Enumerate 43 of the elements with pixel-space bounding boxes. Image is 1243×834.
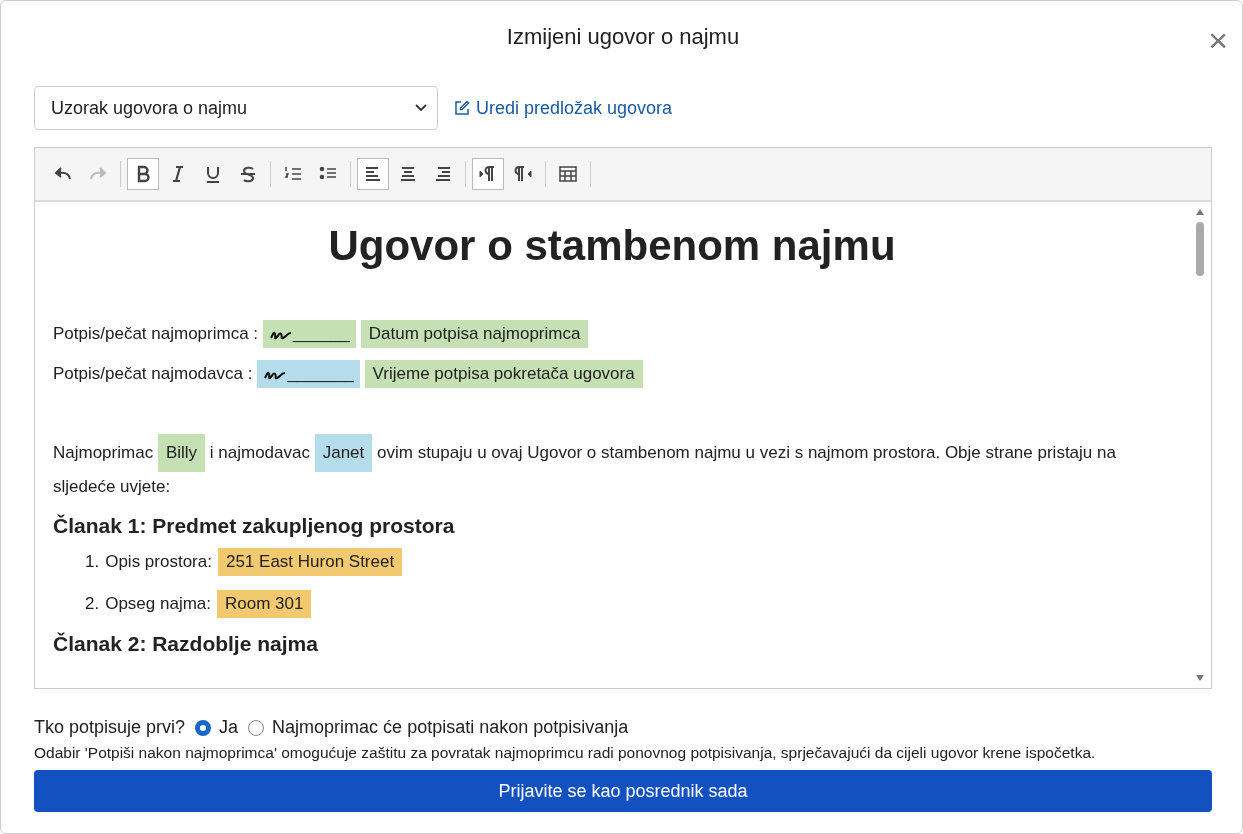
scroll-down-icon[interactable] [1195, 674, 1205, 682]
radio-button[interactable] [195, 719, 212, 736]
ol-icon [283, 165, 303, 183]
intro-paragraph: Najmoprimac Billy i najmodavac Janet ovim stupaju u ovaj Ugovor o stambenom najmu u vezi s najmom prostora. Obje strane pristaju na sljedeće uvjete: [53, 434, 1171, 502]
item-number: 2. [85, 594, 100, 614]
right-icon [433, 165, 453, 183]
signature-field[interactable]: ______ [263, 320, 356, 348]
strike-icon [238, 165, 258, 183]
radio-label: Najmoprimac će potpisati nakon potpisivanja [272, 717, 629, 738]
document-title: Ugovor o stambenom najmu [327, 222, 897, 270]
close-button[interactable]: × [1204, 23, 1232, 57]
scroll-thumb[interactable] [1196, 222, 1204, 276]
item-number: 1. [85, 552, 100, 572]
center-icon [398, 165, 418, 183]
item-label: Opseg najma: [105, 594, 212, 614]
edit-icon [454, 100, 470, 116]
signing-order-note: Odabir 'Potpiši nakon najmoprimca' omogućuje zaštitu za povratak najmoprimcu radi ponovnog potpisivanja, sprječavajući da cijeli ugovor krene ispočetka. [34, 744, 1097, 762]
item-value-field[interactable]: 251 East Huron Street [217, 548, 403, 576]
bold-button[interactable] [127, 158, 159, 190]
edit-template-link[interactable]: Uredi predložak ugovora [454, 97, 673, 119]
dialog-title: Izmijeni ugovor o najmu [506, 24, 740, 50]
article-heading: Članak 1: Predmet zakupljenog prostora [53, 514, 456, 538]
ltr-button[interactable] [472, 158, 504, 190]
date-field[interactable]: Vrijeme potpisa pokretača ugovora [364, 360, 643, 388]
table-icon [558, 165, 578, 183]
chevron-down-icon [415, 104, 427, 112]
signing-order-label: Tko potpisuje prvi? [34, 717, 186, 738]
article-heading: Članak 2: Razdoblje najma [53, 632, 319, 656]
party-name-field[interactable]: Janet [314, 434, 373, 472]
radio-label: Ja [219, 717, 239, 738]
left-button[interactable] [357, 158, 389, 190]
signature-field[interactable]: _______ [257, 360, 360, 388]
item-value-field[interactable]: Room 301 [217, 590, 312, 618]
left-icon [363, 165, 383, 183]
item-label: Opis prostora: [105, 552, 212, 572]
date-field[interactable]: Datum potpisa najmoprimca [360, 320, 589, 348]
rtl-icon [513, 165, 533, 183]
signature-label: Potpis/pečat najmoprimca : [53, 324, 259, 344]
submit-button[interactable]: Prijavite se kao posrednik sada [34, 770, 1212, 812]
template-select[interactable]: Uzorak ugovora o najmu [34, 86, 438, 130]
party-name-field[interactable]: Billy [157, 434, 206, 472]
signature-label: Potpis/pečat najmodavca : [53, 364, 253, 384]
scroll-up-icon[interactable] [1195, 208, 1205, 216]
